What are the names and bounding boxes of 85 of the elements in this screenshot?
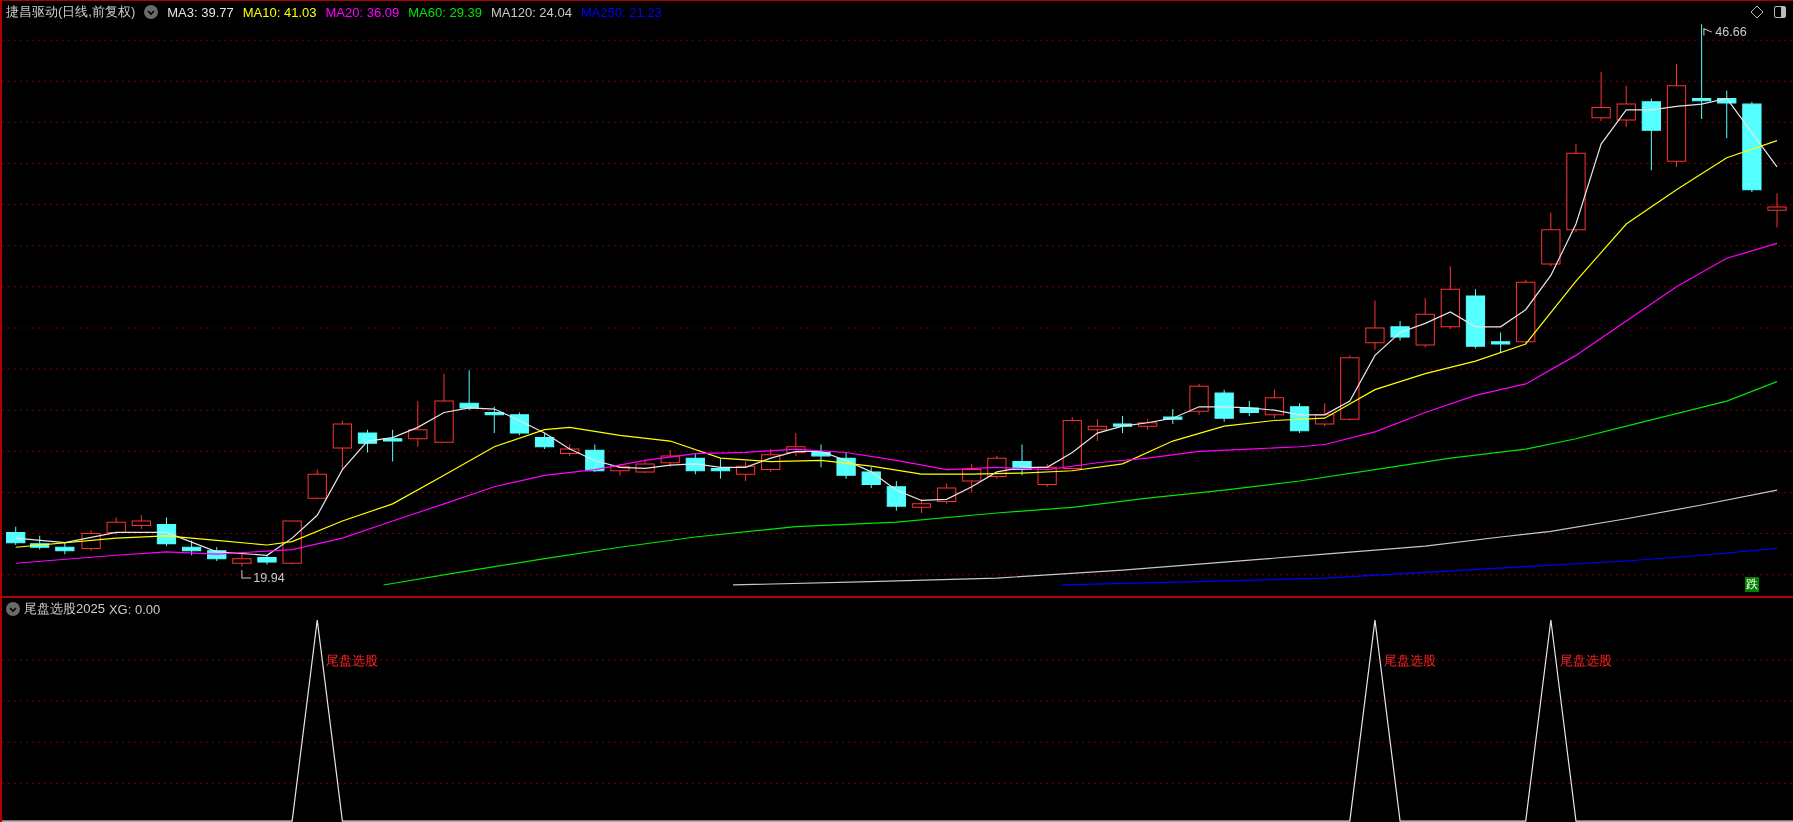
- candlestick: [307, 469, 327, 500]
- candlestick: [1767, 192, 1787, 228]
- high-price-label: 46.66: [1715, 24, 1747, 39]
- candlestick: [55, 542, 75, 555]
- chart-title: 捷昌驱动(日线,前复权): [6, 3, 136, 21]
- candlestick: [1239, 400, 1259, 417]
- candlestick: [1440, 265, 1460, 330]
- leader-line: [1703, 28, 1713, 37]
- candlestick: [610, 463, 630, 476]
- candlestick: [761, 448, 781, 473]
- candlestick: [1189, 383, 1209, 416]
- candlestick: [735, 461, 756, 482]
- low-price-label: 19.94: [253, 570, 285, 585]
- candlestick: [181, 539, 202, 556]
- candlestick: [660, 449, 680, 468]
- candlestick: [585, 444, 605, 473]
- panel-icon[interactable]: [1773, 5, 1787, 19]
- candlestick: [1616, 85, 1636, 128]
- candlestick: [6, 526, 26, 546]
- candlestick: [1315, 402, 1335, 427]
- signal-label: 尾盘选股: [1384, 652, 1437, 668]
- candlestick: [332, 420, 352, 471]
- candlestick: [1591, 71, 1611, 122]
- candlestick: [1112, 415, 1133, 434]
- indicator-title: 尾盘选股2025: [24, 600, 105, 619]
- candlestick: [1264, 389, 1285, 419]
- candlestick: [1289, 402, 1310, 434]
- candlestick: [232, 553, 252, 568]
- candlestick: [106, 517, 126, 536]
- candlestick: [434, 373, 454, 443]
- candlestick: [1541, 212, 1561, 267]
- candlestick: [1138, 418, 1158, 431]
- candlestick: [1012, 444, 1032, 476]
- signal-label: 尾盘选股: [1560, 652, 1612, 668]
- candlestick: [1214, 389, 1234, 423]
- indicator-value: XG: 0.00: [108, 601, 161, 617]
- candlestick: [786, 432, 806, 457]
- candlestick: [30, 535, 50, 551]
- candlestick: [1340, 354, 1360, 421]
- candlestick: [1365, 300, 1385, 351]
- indicator-value: MA10: 41.03: [242, 4, 317, 20]
- candlestick: [1390, 320, 1410, 342]
- candlestick: [1465, 288, 1486, 350]
- indicator-value: MA60: 29.39: [408, 4, 482, 20]
- collapse-icon[interactable]: [144, 5, 159, 19]
- candlestick: [710, 457, 731, 480]
- signal-label: 尾盘选股: [326, 652, 379, 668]
- collapse-icon[interactable]: [6, 602, 20, 617]
- candlestick: [911, 498, 932, 514]
- candlestick: [257, 554, 277, 565]
- leader-line: [241, 569, 252, 579]
- candlestick: [383, 429, 403, 463]
- candlestick: [1415, 297, 1435, 348]
- candlestick: [156, 517, 177, 547]
- candlestick: [1062, 416, 1082, 471]
- indicator-value: MA250: 21.23: [580, 4, 662, 20]
- candlestick: [534, 432, 555, 450]
- candlestick: [987, 455, 1007, 480]
- candlestick: [207, 546, 227, 562]
- candlestick: [937, 482, 957, 505]
- diamond-icon[interactable]: [1750, 5, 1764, 19]
- candlestick: [1490, 332, 1511, 354]
- signal-badge: 跌: [1745, 577, 1759, 593]
- indicator-value: MA3: 39.77: [167, 4, 234, 20]
- candlestick: [836, 451, 856, 480]
- candlestick: [459, 369, 479, 411]
- candlestick: [357, 429, 378, 453]
- candlestick: [962, 463, 982, 493]
- candlestick: [861, 466, 881, 489]
- candlestick: [886, 480, 906, 512]
- candlestick: [131, 514, 151, 530]
- candlestick: [484, 406, 504, 434]
- candlestick: [811, 444, 831, 468]
- candlestick: [408, 400, 428, 448]
- candlestick: [1163, 408, 1183, 425]
- candlestick: [1516, 279, 1536, 345]
- candlestick: [1717, 89, 1737, 139]
- indicator-value: MA20: 36.09: [325, 4, 400, 20]
- candlestick: [560, 444, 580, 457]
- candlestick: [635, 459, 655, 474]
- candlestick: [509, 412, 530, 436]
- candlestick: [81, 529, 101, 552]
- candlestick: [1087, 418, 1108, 442]
- indicator-value: MA120: 24.04: [490, 4, 572, 20]
- candlestick: [685, 453, 705, 475]
